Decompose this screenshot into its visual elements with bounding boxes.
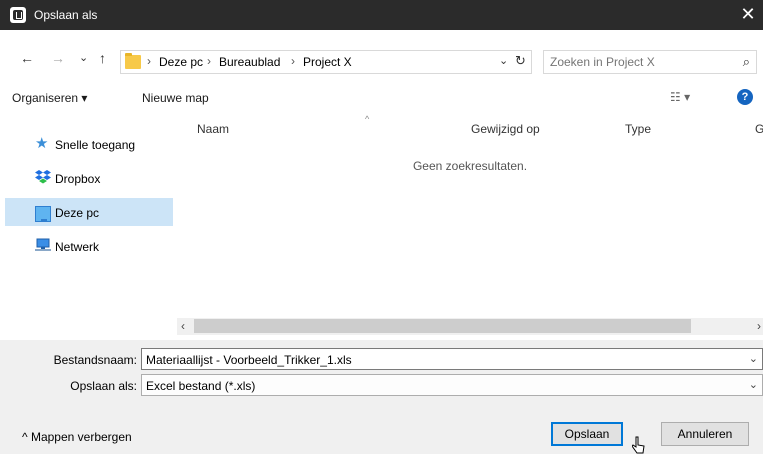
app-icon (10, 7, 26, 23)
save-type-label: Opslaan als: (70, 379, 137, 393)
close-icon: ✕ (740, 4, 756, 24)
navigation-bar: ← → ⌄ ↑ › Deze pc › Bureaublad › Project… (0, 30, 763, 76)
sidebar-item-label: Dropbox (55, 172, 101, 186)
hide-folders-button[interactable]: ^ Mappen verbergen (22, 430, 132, 444)
search-box[interactable]: ⌕ (543, 50, 757, 74)
search-input[interactable] (550, 53, 730, 71)
close-button[interactable]: ✕ (733, 0, 763, 30)
filename-field[interactable]: Materiaallijst - Voorbeeld_Trikker_1.xls… (141, 348, 763, 370)
forward-button[interactable]: → (51, 50, 65, 66)
save-type-value[interactable]: Excel bestand (*.xls) (146, 379, 255, 393)
organize-menu-button[interactable]: Organiseren ▾ (12, 91, 87, 105)
new-folder-button[interactable]: Nieuwe map (142, 91, 209, 105)
sort-ascending-icon: ^ (365, 114, 370, 124)
filename-value[interactable]: Materiaallijst - Voorbeeld_Trikker_1.xls (146, 353, 352, 367)
column-header-naam[interactable]: Naam (197, 122, 229, 136)
column-header-type[interactable]: Type (625, 122, 651, 136)
window-title: Opslaan als (34, 8, 98, 22)
scrollbar-thumb[interactable] (194, 319, 691, 333)
refresh-icon[interactable]: ↻ (515, 53, 526, 69)
folder-icon (125, 53, 141, 69)
breadcrumb-separator: › (207, 54, 211, 68)
up-button[interactable]: ↑ (99, 50, 106, 66)
help-icon[interactable]: ? (737, 89, 753, 105)
horizontal-scrollbar[interactable]: ‹ › (177, 318, 763, 335)
address-bar[interactable]: › Deze pc › Bureaublad › Project X ⌄ ↻ (120, 50, 532, 74)
view-options-icon[interactable]: ☷ ▾ (670, 90, 690, 104)
save-type-select[interactable]: Excel bestand (*.xls) ⌄ (141, 374, 763, 396)
save-form: Bestandsnaam: Materiaallijst - Voorbeeld… (0, 340, 763, 454)
breadcrumb-deze-pc[interactable]: Deze pc (159, 55, 203, 69)
dropbox-icon (35, 170, 51, 186)
chevron-down-icon[interactable]: ⌄ (749, 378, 758, 391)
breadcrumb-separator: › (147, 54, 151, 68)
sidebar-item-label: Netwerk (55, 240, 100, 254)
address-dropdown-icon[interactable]: ⌄ (499, 54, 508, 67)
search-icon[interactable]: ⌕ (743, 54, 750, 70)
sidebar-item-deze-pc[interactable]: Deze pc (5, 198, 173, 226)
star-icon: ★ (35, 135, 49, 152)
breadcrumb-separator: › (291, 54, 295, 68)
sidebar-item-netwerk[interactable]: Netwerk (5, 232, 173, 260)
filename-label: Bestandsnaam: (53, 353, 137, 367)
save-button[interactable]: Opslaan (551, 422, 623, 446)
file-list: ^ Naam Gewijzigd op Type G Geen zoekresu… (177, 114, 763, 340)
column-header-grootte[interactable]: G (755, 122, 763, 136)
breadcrumb-project-x[interactable]: Project X (303, 55, 352, 69)
cancel-button[interactable]: Annuleren (661, 422, 749, 446)
breadcrumb-bureaublad[interactable]: Bureaublad (219, 55, 280, 69)
sidebar-item-snelle-toegang[interactable]: ★ Snelle toegang (5, 130, 173, 158)
chevron-down-icon[interactable]: ⌄ (749, 352, 758, 365)
recent-locations-button[interactable]: ⌄ (79, 51, 88, 64)
empty-results-message: Geen zoekresultaten. (412, 159, 528, 173)
column-header-gewijzigd-op[interactable]: Gewijzigd op (471, 122, 540, 136)
scroll-right-icon[interactable]: › (757, 319, 761, 333)
computer-icon (35, 206, 51, 222)
title-bar: Opslaan als ✕ (0, 0, 763, 30)
scroll-left-icon[interactable]: ‹ (181, 319, 185, 333)
navigation-pane: ★ Snelle toegang Dropbox Deze pc Netwerk (0, 114, 177, 340)
mouse-cursor-icon (632, 436, 645, 454)
sidebar-item-dropbox[interactable]: Dropbox (5, 164, 173, 192)
network-icon (35, 238, 51, 254)
back-button[interactable]: ← (20, 50, 34, 66)
sidebar-item-label: Snelle toegang (55, 138, 136, 152)
command-bar: Organiseren ▾ Nieuwe map ☷ ▾ ? (0, 80, 763, 114)
sidebar-item-label: Deze pc (55, 206, 100, 220)
